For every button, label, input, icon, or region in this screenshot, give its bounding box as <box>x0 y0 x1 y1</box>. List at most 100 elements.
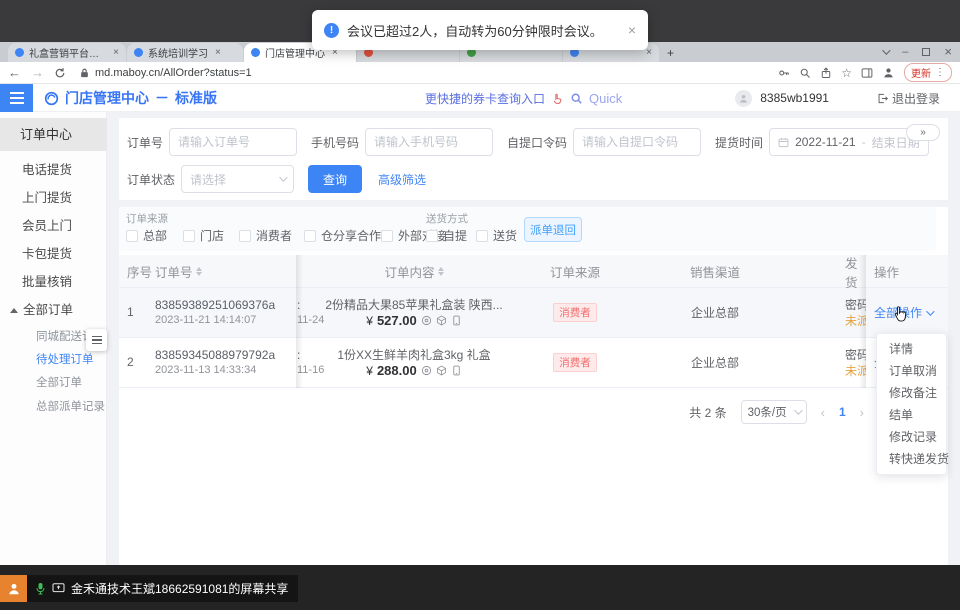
sidebar-collapse-handle[interactable] <box>86 329 107 351</box>
mic-icon <box>35 582 46 595</box>
order-source-label: 订单来源 <box>126 211 168 226</box>
tab-search-chevron-icon[interactable] <box>882 46 890 54</box>
page-size-value: 30条/页 <box>748 404 787 420</box>
checkbox-consumer[interactable]: 消费者 <box>239 227 292 244</box>
menu-item-edit-remark[interactable]: 修改备注 <box>877 382 946 404</box>
side-panel-icon[interactable] <box>861 67 873 79</box>
url-field[interactable]: md.maboy.cn/AllOrder?status=1 <box>76 67 768 79</box>
tab-close-icon[interactable]: × <box>215 47 221 58</box>
order-status-select[interactable]: 请选择 <box>181 165 294 193</box>
screen-share-icon <box>52 583 65 594</box>
table-row[interactable]: 2 83859345088979792a 2023-11-13 14:33:34… <box>119 338 948 388</box>
box-icon <box>436 315 447 326</box>
checkbox-label: 自提 <box>443 227 467 244</box>
phone-input[interactable] <box>365 128 493 156</box>
page-size-select[interactable]: 30条/页 <box>741 400 807 424</box>
dispatch-return-button[interactable]: 派单退回 <box>524 217 582 242</box>
current-page[interactable]: 1 <box>839 405 846 419</box>
logout-button[interactable]: 退出登录 <box>877 90 940 107</box>
info-icon: ! <box>324 23 339 38</box>
key-icon[interactable] <box>778 67 790 79</box>
new-tab-button[interactable]: + <box>659 43 682 62</box>
search-button[interactable]: 查询 <box>308 165 362 193</box>
checkbox-delivery[interactable]: 送货 <box>476 227 517 244</box>
col-index: 序号 <box>127 255 152 288</box>
sales-channel: 企业总部 <box>691 354 739 371</box>
price-value: 288.00 <box>377 363 417 378</box>
username: 8385wb1991 <box>760 91 829 105</box>
toast-close-icon[interactable]: × <box>628 22 636 38</box>
browser-tab[interactable]: 系统培训学习 × <box>127 43 243 62</box>
advanced-filter-link[interactable]: 高级筛选 <box>378 171 426 188</box>
row-index: 1 <box>127 305 153 320</box>
col-order-no[interactable]: 订单号 <box>155 255 202 288</box>
checkbox-label: 送货 <box>493 227 517 244</box>
maximize-icon[interactable] <box>922 48 930 56</box>
coupon-query-link[interactable]: 更快捷的券卡查询入口 <box>425 90 545 107</box>
share-icon[interactable] <box>820 67 832 79</box>
col-content[interactable]: 订单内容 <box>319 255 509 288</box>
quick-label[interactable]: Quick <box>589 91 622 106</box>
reload-icon[interactable] <box>54 67 66 79</box>
order-time: 2023-11-13 14:33:34 <box>155 363 295 378</box>
currency-symbol: ¥ <box>366 364 373 378</box>
close-window-icon[interactable]: × <box>944 44 952 59</box>
prev-page-icon[interactable]: ‹ <box>821 405 825 420</box>
quick-search-icon[interactable] <box>570 92 583 105</box>
checkbox-hq[interactable]: 总部 <box>126 227 167 244</box>
phone-icon <box>451 315 462 326</box>
bookmark-star-icon[interactable]: ☆ <box>841 66 852 80</box>
phone-icon <box>451 365 462 376</box>
menu-item-to-express[interactable]: 转快递发货 <box>877 448 946 470</box>
sidebar-subitem-all-orders[interactable]: 全部订单 <box>0 372 107 395</box>
update-label: 更新 <box>911 65 931 80</box>
sidebar-item-door-pickup[interactable]: 上门提货 <box>0 184 107 212</box>
lock-icon <box>80 68 89 78</box>
delivery-method-label: 送货方式 <box>426 211 468 226</box>
tab-title: 礼盒营销平台管理中心 <box>29 45 106 60</box>
tab-close-icon[interactable]: × <box>113 47 119 58</box>
menu-item-cancel-order[interactable]: 订单取消 <box>877 360 946 382</box>
promo-area: 更快捷的券卡查询入口 Quick <box>425 84 622 112</box>
checkbox-label: 仓分享合作 <box>321 227 381 244</box>
chevron-down-icon <box>279 173 287 181</box>
sidebar-item-member-visit[interactable]: 会员上门 <box>0 212 107 240</box>
status-placeholder: 请选择 <box>190 171 226 188</box>
checkbox-label: 门店 <box>200 227 224 244</box>
profile-icon[interactable] <box>882 66 895 79</box>
sidebar-subitem-pending-orders[interactable]: 待处理订单 <box>0 349 107 372</box>
sidebar-subitem-hq-dispatch-records[interactable]: 总部派单记录 <box>0 396 107 419</box>
order-no-input[interactable] <box>169 128 297 156</box>
back-icon[interactable]: ← <box>8 65 21 80</box>
all-actions-dropdown[interactable]: 全部操作 <box>874 304 948 321</box>
next-page-icon[interactable]: › <box>860 405 864 420</box>
pickup-time-label: 提货时间 <box>715 134 763 151</box>
table-row[interactable]: 1 83859389251069376a 2023-11-21 14:14:07… <box>119 288 948 338</box>
menu-hamburger-button[interactable] <box>0 84 33 112</box>
checkbox-store[interactable]: 门店 <box>183 227 224 244</box>
forward-icon[interactable]: → <box>31 65 44 80</box>
browser-update-button[interactable]: 更新 ⋮ <box>904 63 952 82</box>
sidebar-item-phone-pickup[interactable]: 电话提货 <box>0 156 107 184</box>
tab-close-icon[interactable]: × <box>646 47 652 58</box>
order-no-label: 订单号 <box>127 134 163 151</box>
action-dropdown-menu: 详情 订单取消 修改备注 结单 修改记录 转快递发货 <box>876 333 947 475</box>
sort-icon[interactable] <box>196 267 202 276</box>
sort-icon[interactable] <box>438 267 444 276</box>
pagination: 共 2 条 30条/页 ‹ 1 › <box>119 397 864 427</box>
window-controls: – × <box>882 44 952 59</box>
minimize-icon[interactable]: – <box>902 46 908 58</box>
menu-item-details[interactable]: 详情 <box>877 338 946 360</box>
pickup-code-input[interactable] <box>573 128 701 156</box>
zoom-icon[interactable] <box>799 67 811 79</box>
sidebar-item-all-orders-group[interactable]: 全部订单 <box>0 296 107 324</box>
browser-tab[interactable]: 礼盒营销平台管理中心 × <box>8 43 126 62</box>
sidebar-item-cardpack-pickup[interactable]: 卡包提货 <box>0 240 107 268</box>
menu-item-close-order[interactable]: 结单 <box>877 404 946 426</box>
sidebar-item-batch-verify[interactable]: 批量核销 <box>0 268 107 296</box>
app-logo-icon <box>44 91 59 106</box>
checkbox-warehouse-share[interactable]: 仓分享合作 <box>304 227 381 244</box>
collapse-filters-button[interactable]: » <box>906 124 940 141</box>
menu-item-edit-history[interactable]: 修改记录 <box>877 426 946 448</box>
checkbox-self-pickup[interactable]: 自提 <box>426 227 467 244</box>
